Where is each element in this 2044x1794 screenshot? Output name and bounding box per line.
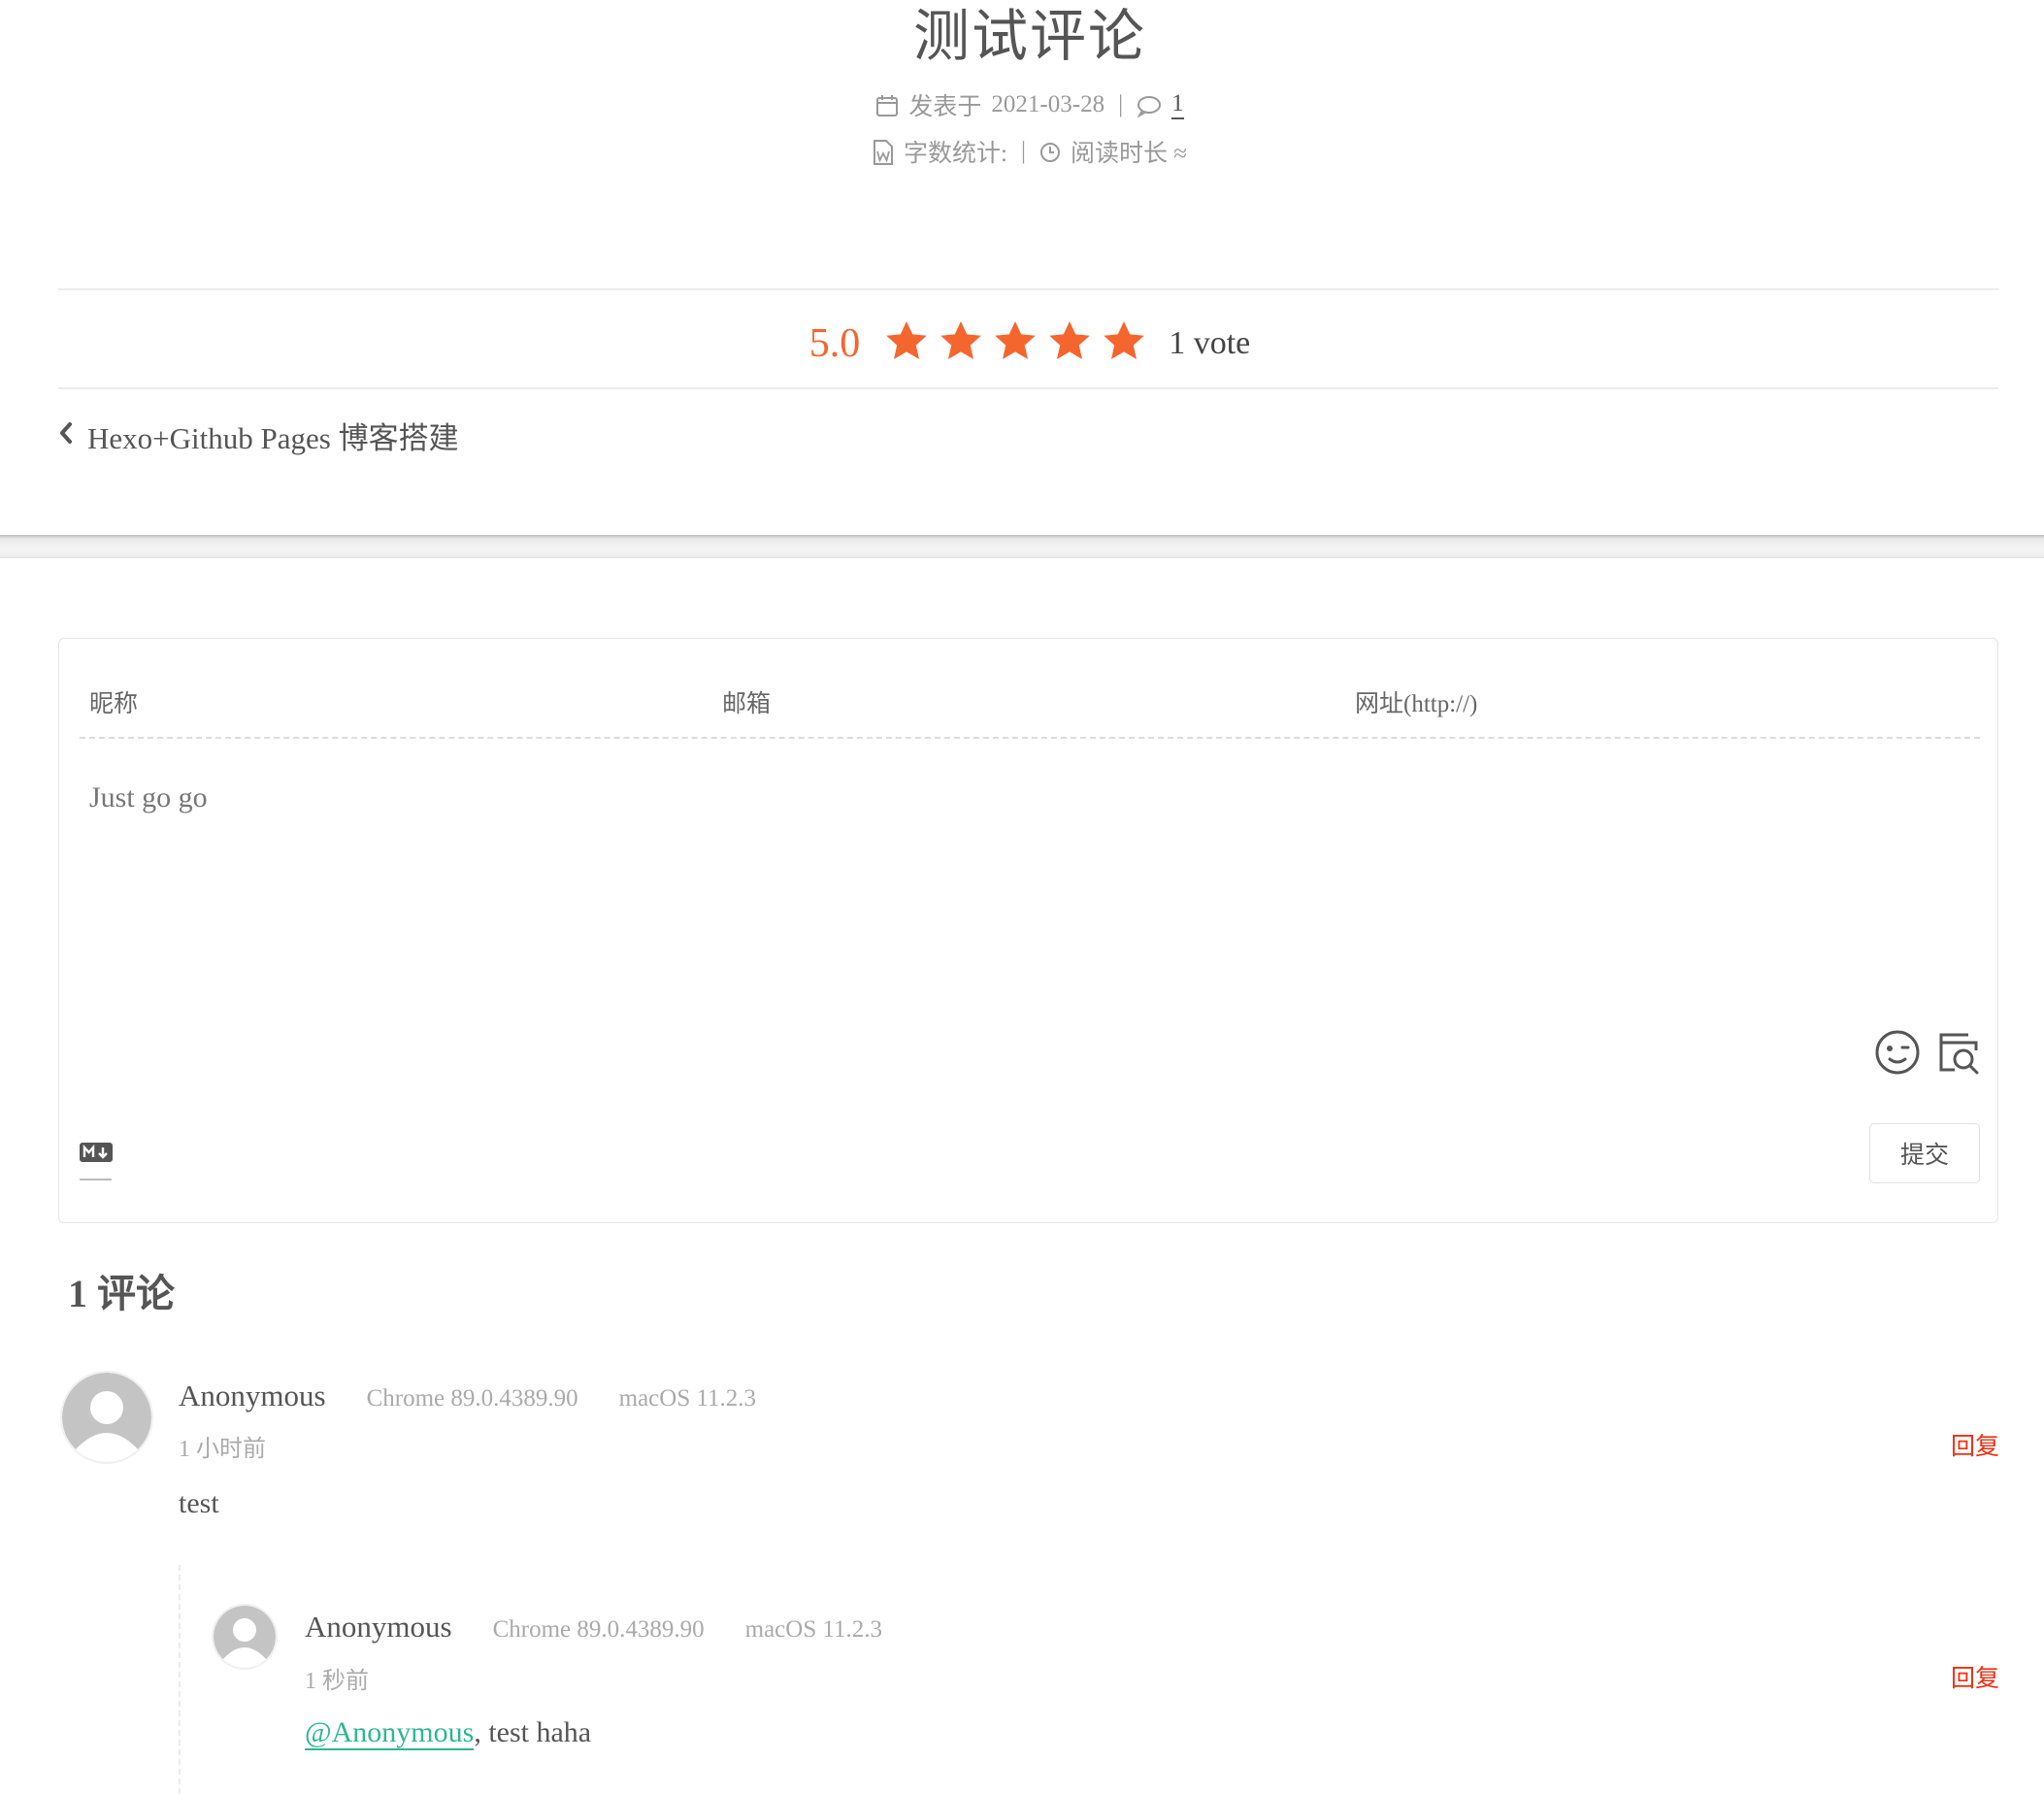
published-label: 发表于 — [908, 94, 982, 120]
reply-body: , test haha — [474, 1716, 592, 1748]
star-icon[interactable] — [1046, 318, 1093, 370]
published-date: 2021-03-28 — [991, 91, 1105, 117]
rating-votes: 1 vote — [1169, 325, 1251, 361]
emoji-icon[interactable] — [1874, 1029, 1921, 1076]
comment-browser: Chrome 89.0.4389.90 — [366, 1385, 578, 1412]
comment-textarea[interactable] — [80, 757, 1980, 1000]
url-input[interactable]: 网址(http://) — [1345, 668, 1976, 736]
mention-link[interactable]: @Anonymous — [305, 1716, 475, 1750]
comment-count-link[interactable]: 1 — [1171, 90, 1184, 119]
reply-time: 1 秒前 — [305, 1669, 369, 1694]
prev-post-link[interactable]: Hexo+Github Pages 博客搭建 — [58, 414, 459, 456]
reply-button[interactable]: 回复 — [1951, 1427, 1999, 1462]
clock-icon — [1039, 138, 1061, 165]
meta-divider: | — [1020, 138, 1026, 164]
preview-icon[interactable] — [1935, 1029, 1982, 1076]
reply-os: macOS 11.2.3 — [744, 1616, 883, 1643]
word-count-label: 字数统计: — [904, 141, 1007, 167]
reading-time-label: 阅读时长 ≈ — [1070, 141, 1187, 167]
star-icon[interactable] — [1101, 318, 1147, 370]
comment-count: 1 — [1137, 90, 1184, 119]
reply-browser: Chrome 89.0.4389.90 — [492, 1616, 705, 1643]
reply-author[interactable]: Anonymous — [305, 1610, 452, 1644]
post-title: 测试评论 — [912, 5, 1146, 68]
rating-stars[interactable] — [883, 318, 1147, 370]
reply-header: Anonymous Chrome 89.0.4389.90 macOS 11.2… — [305, 1610, 882, 1644]
prev-post-title: Hexo+Github Pages 博客搭建 — [87, 420, 459, 455]
comment-text: test — [179, 1487, 219, 1519]
reply-button[interactable]: 回复 — [1951, 1659, 1999, 1694]
word-count: 字数统计: — [873, 134, 1007, 169]
nickname-input[interactable]: 昵称 — [80, 668, 701, 736]
email-input[interactable]: 邮箱 — [712, 668, 1334, 736]
chevron-left-icon — [58, 417, 74, 452]
post-date: 发表于 2021-03-28 — [875, 87, 1104, 122]
comment-author[interactable]: Anonymous — [179, 1379, 326, 1413]
reply-thread-line — [179, 1565, 181, 1794]
section-separator — [0, 535, 2044, 558]
avatar — [62, 1373, 151, 1462]
comment-os: macOS 11.2.3 — [618, 1385, 757, 1412]
divider-bottom — [58, 387, 1998, 389]
star-icon[interactable] — [883, 318, 930, 370]
calendar-icon — [875, 91, 899, 118]
nickname-placeholder: 昵称 — [89, 691, 139, 717]
reply-text: @Anonymous, test haha — [305, 1716, 592, 1750]
meta-divider: | — [1118, 91, 1124, 117]
comments-count-title: 1 评论 — [68, 1272, 175, 1315]
markdown-icon[interactable] — [80, 1141, 113, 1164]
submit-button[interactable]: 提交 — [1869, 1123, 1980, 1183]
fields-divider — [80, 737, 1980, 739]
comment-header: Anonymous Chrome 89.0.4389.90 macOS 11.2… — [179, 1379, 756, 1413]
email-placeholder: 邮箱 — [722, 691, 772, 717]
post-meta-row-1: 发表于 2021-03-28 | 1 — [0, 85, 2044, 124]
star-icon[interactable] — [992, 318, 1038, 370]
word-document-icon — [873, 138, 894, 166]
star-icon[interactable] — [938, 318, 984, 370]
post-rating: 5.0 1 vote — [0, 313, 2044, 375]
markdown-underline — [80, 1179, 112, 1180]
rating-score: 5.0 — [808, 321, 861, 366]
url-placeholder: 网址(http://) — [1355, 691, 1478, 717]
post-meta-row-2: 字数统计: | 阅读时长 ≈ — [0, 132, 2044, 171]
divider-top — [58, 288, 1998, 290]
comment-icon — [1137, 91, 1162, 119]
reading-time: 阅读时长 ≈ — [1039, 134, 1187, 169]
comment-time: 1 小时前 — [179, 1437, 266, 1462]
comment-textarea-placeholder: Just go go — [89, 781, 208, 814]
avatar — [214, 1606, 276, 1668]
